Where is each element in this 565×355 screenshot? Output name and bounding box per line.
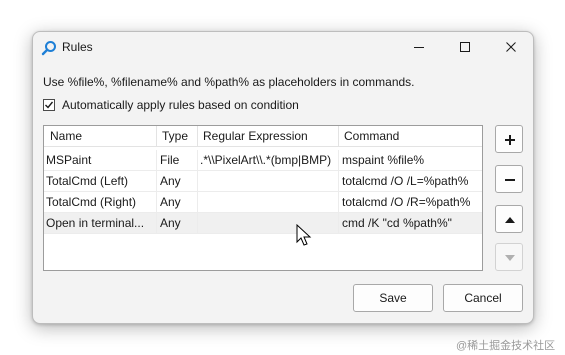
column-header-command[interactable]: Command — [339, 126, 482, 146]
cell-type[interactable]: Any — [157, 213, 198, 234]
cell-command[interactable]: totalcmd /O /L=%path% — [339, 171, 482, 192]
auto-apply-label: Automatically apply rules based on condi… — [62, 98, 299, 112]
cell-command[interactable]: mspaint %file% — [339, 150, 482, 171]
column-header-type[interactable]: Type — [157, 126, 198, 146]
cell-command[interactable]: cmd /K "cd %path%" — [339, 213, 482, 234]
cell-name[interactable]: Open in terminal... — [44, 213, 157, 234]
cell-command[interactable]: totalcmd /O /R=%path% — [339, 192, 482, 213]
remove-rule-button[interactable] — [495, 165, 523, 193]
watermark-text: @稀土掘金技术社区 — [456, 340, 556, 352]
maximize-icon — [460, 42, 470, 52]
table-row[interactable]: TotalCmd (Left) Any totalcmd /O /L=%path… — [44, 171, 482, 192]
rules-table[interactable]: Name Type Regular Expression Command MSP… — [43, 125, 483, 271]
column-header-name[interactable]: Name — [44, 126, 157, 146]
table-row[interactable]: TotalCmd (Right) Any totalcmd /O /R=%pat… — [44, 192, 482, 213]
arrow-up-icon — [505, 217, 515, 223]
cell-regex[interactable] — [198, 213, 339, 234]
rules-dialog: Rules Use %file%, %filename% and %path% … — [32, 31, 534, 324]
table-header: Name Type Regular Expression Command — [44, 126, 482, 147]
move-up-button[interactable] — [495, 205, 523, 233]
close-icon — [506, 42, 516, 52]
cell-name[interactable]: TotalCmd (Right) — [44, 192, 157, 213]
column-header-regex[interactable]: Regular Expression — [198, 126, 339, 146]
title-bar[interactable]: Rules — [33, 32, 533, 62]
move-down-button[interactable] — [495, 243, 523, 271]
plus-icon — [505, 135, 515, 145]
checkmark-icon — [45, 101, 53, 109]
cell-regex[interactable] — [198, 171, 339, 192]
auto-apply-checkbox[interactable] — [43, 99, 55, 111]
search-icon — [41, 41, 56, 56]
cell-type[interactable]: Any — [157, 171, 198, 192]
maximize-button[interactable] — [442, 32, 488, 62]
table-row[interactable]: Open in terminal... Any cmd /K "cd %path… — [44, 213, 482, 234]
cell-name[interactable]: MSPaint — [44, 150, 157, 171]
table-row[interactable]: MSPaint File .*\\PixelArt\\.*(bmp|BMP) m… — [44, 150, 482, 171]
cell-type[interactable]: File — [157, 150, 198, 171]
cancel-button[interactable]: Cancel — [443, 284, 523, 312]
minimize-icon — [414, 47, 424, 48]
placeholder-description: Use %file%, %filename% and %path% as pla… — [43, 75, 415, 89]
add-rule-button[interactable] — [495, 125, 523, 153]
minus-icon — [505, 179, 515, 181]
cell-name[interactable]: TotalCmd (Left) — [44, 171, 157, 192]
minimize-button[interactable] — [396, 32, 442, 62]
save-button[interactable]: Save — [353, 284, 433, 312]
window-title: Rules — [62, 40, 93, 54]
cell-regex[interactable] — [198, 192, 339, 213]
cell-regex[interactable]: .*\\PixelArt\\.*(bmp|BMP) — [198, 150, 339, 171]
mouse-cursor-icon — [296, 224, 312, 246]
cell-type[interactable]: Any — [157, 192, 198, 213]
arrow-down-icon — [505, 255, 515, 261]
close-button[interactable] — [488, 32, 533, 62]
